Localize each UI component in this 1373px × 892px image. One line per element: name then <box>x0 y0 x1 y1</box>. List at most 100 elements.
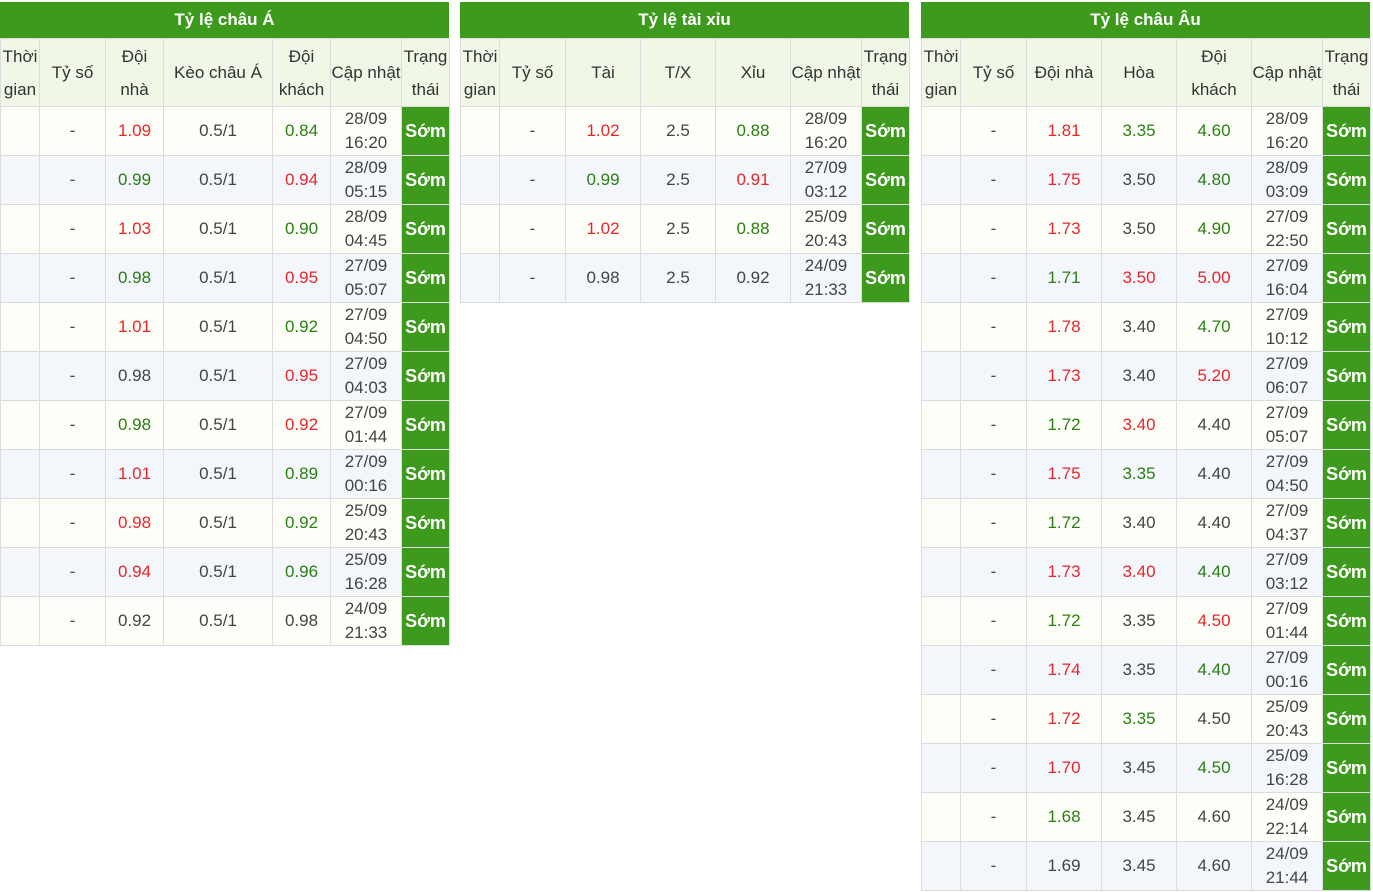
updated-time: 00:16 <box>344 476 388 495</box>
status-badge[interactable]: Sớm <box>1322 253 1371 303</box>
status-badge[interactable]: Sớm <box>1322 155 1371 205</box>
table-row: -1.02 2.5 0.88 25/09 20:43 Sớm <box>460 204 910 254</box>
away-odds-cell: 5.20 <box>1176 351 1252 401</box>
status-badge[interactable]: Sớm <box>1322 498 1371 548</box>
status-badge[interactable]: Sớm <box>401 547 450 597</box>
under-odds-cell: 0.91 <box>715 155 791 205</box>
updated-date: 25/09 <box>804 207 848 226</box>
status-badge[interactable]: Sớm <box>401 351 450 401</box>
status-badge[interactable]: Sớm <box>401 400 450 450</box>
updated-time: 01:44 <box>1265 623 1309 642</box>
score-cell: - <box>960 645 1027 695</box>
handicap-cell: 0.5/1 <box>163 547 273 597</box>
away-odds-cell: 4.50 <box>1176 596 1252 646</box>
overunder-odds-body: -1.02 2.5 0.88 28/09 16:20 Sớm -0.99 2.5 0.91 27/… <box>460 106 910 303</box>
status-badge[interactable]: Sớm <box>1322 204 1371 254</box>
table-row: -0.94 0.5/1 0.96 25/09 16:28 Sớm <box>0 547 450 597</box>
handicap-cell: 0.5/1 <box>163 253 273 303</box>
status-badge[interactable]: Sớm <box>861 155 910 205</box>
time-cell <box>0 596 40 646</box>
away-odds-cell: 4.80 <box>1176 155 1252 205</box>
over-odds-cell: 0.98 <box>565 253 641 303</box>
draw-odds-cell: 3.40 <box>1101 351 1177 401</box>
time-cell <box>0 547 40 597</box>
updated-cell: 24/09 21:33 <box>790 253 862 303</box>
overunder-odds-table: Thời gian Tỷ số Tài T/X Xỉu Cập nhật Trạ… <box>460 38 910 303</box>
status-badge[interactable]: Sớm <box>1322 547 1371 597</box>
updated-cell: 27/09 22:50 <box>1251 204 1323 254</box>
time-cell <box>0 449 40 499</box>
status-badge[interactable]: Sớm <box>1322 792 1371 842</box>
away-odds-cell: 4.90 <box>1176 204 1252 254</box>
updated-time: 03:09 <box>1265 182 1309 201</box>
updated-time: 20:43 <box>344 525 388 544</box>
status-badge[interactable]: Sớm <box>861 204 910 254</box>
updated-time: 04:03 <box>344 378 388 397</box>
updated-time: 16:20 <box>344 133 388 152</box>
updated-date: 27/09 <box>1265 354 1309 373</box>
updated-cell: 28/09 03:09 <box>1251 155 1323 205</box>
updated-time: 21:44 <box>1265 868 1309 887</box>
draw-odds-cell: 3.45 <box>1101 792 1177 842</box>
status-badge[interactable]: Sớm <box>401 498 450 548</box>
col-home: Đội nhà <box>105 38 164 107</box>
status-badge[interactable]: Sớm <box>1322 351 1371 401</box>
updated-date: 27/09 <box>1265 501 1309 520</box>
table-row: -1.72 3.40 4.40 27/09 04:37 Sớm <box>921 498 1371 548</box>
home-odds-cell: 1.01 <box>105 302 164 352</box>
status-badge[interactable]: Sớm <box>1322 449 1371 499</box>
under-odds-cell: 0.88 <box>715 204 791 254</box>
score-cell: - <box>39 547 106 597</box>
status-badge[interactable]: Sớm <box>861 253 910 303</box>
status-badge[interactable]: Sớm <box>1322 645 1371 695</box>
status-badge[interactable]: Sớm <box>1322 743 1371 793</box>
status-badge[interactable]: Sớm <box>401 204 450 254</box>
time-cell <box>0 155 40 205</box>
table-row: -1.70 3.45 4.50 25/09 16:28 Sớm <box>921 743 1371 793</box>
home-odds-cell: 1.71 <box>1026 253 1102 303</box>
status-badge[interactable]: Sớm <box>401 449 450 499</box>
status-badge[interactable]: Sớm <box>401 155 450 205</box>
score-cell: - <box>39 302 106 352</box>
status-badge[interactable]: Sớm <box>1322 596 1371 646</box>
col-time: Thời gian <box>921 38 961 107</box>
col-away: Đội khách <box>272 38 331 107</box>
away-odds-cell: 0.92 <box>272 400 331 450</box>
handicap-cell: 0.5/1 <box>163 596 273 646</box>
european-odds-panel: Tỷ lệ châu Âu Thời gian Tỷ số Đội nhà Hò… <box>921 2 1371 891</box>
time-cell <box>921 302 961 352</box>
handicap-cell: 0.5/1 <box>163 155 273 205</box>
time-cell <box>921 498 961 548</box>
status-badge[interactable]: Sớm <box>1322 302 1371 352</box>
overunder-header-row: Thời gian Tỷ số Tài T/X Xỉu Cập nhật Trạ… <box>460 38 910 107</box>
status-badge[interactable]: Sớm <box>401 302 450 352</box>
handicap-cell: 0.5/1 <box>163 106 273 156</box>
table-row: -0.98 0.5/1 0.92 25/09 20:43 Sớm <box>0 498 450 548</box>
updated-time: 05:07 <box>1265 427 1309 446</box>
draw-odds-cell: 3.35 <box>1101 106 1177 156</box>
table-row: -1.73 3.40 5.20 27/09 06:07 Sớm <box>921 351 1371 401</box>
status-badge[interactable]: Sớm <box>1322 694 1371 744</box>
status-badge[interactable]: Sớm <box>861 106 910 156</box>
line-cell: 2.5 <box>640 155 716 205</box>
table-row: -0.92 0.5/1 0.98 24/09 21:33 Sớm <box>0 596 450 646</box>
home-odds-cell: 1.72 <box>1026 400 1102 450</box>
col-score: Tỷ số <box>499 38 566 107</box>
status-badge[interactable]: Sớm <box>1322 841 1371 891</box>
updated-time: 16:28 <box>344 574 388 593</box>
european-odds-table: Thời gian Tỷ số Đội nhà Hòa Đội khách Cậ… <box>921 38 1371 891</box>
home-odds-cell: 1.72 <box>1026 694 1102 744</box>
col-updated: Cập nhật <box>330 38 402 107</box>
time-cell <box>0 253 40 303</box>
away-odds-cell: 4.60 <box>1176 841 1252 891</box>
updated-cell: 28/09 16:20 <box>790 106 862 156</box>
status-badge[interactable]: Sớm <box>401 253 450 303</box>
score-cell: - <box>960 743 1027 793</box>
status-badge[interactable]: Sớm <box>401 596 450 646</box>
status-badge[interactable]: Sớm <box>401 106 450 156</box>
status-badge[interactable]: Sớm <box>1322 400 1371 450</box>
status-badge[interactable]: Sớm <box>1322 106 1371 156</box>
home-odds-cell: 1.03 <box>105 204 164 254</box>
time-cell <box>0 302 40 352</box>
updated-cell: 27/09 00:16 <box>330 449 402 499</box>
